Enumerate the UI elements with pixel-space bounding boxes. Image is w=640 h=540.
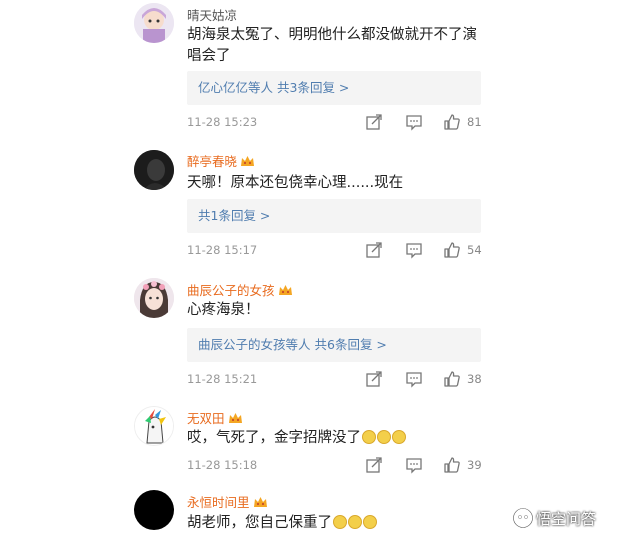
timestamp: 11-28 15:21 (187, 372, 258, 386)
timestamp: 11-28 15:18 (187, 458, 258, 472)
reply-preview[interactable]: 共1条回复 > (187, 199, 481, 233)
username[interactable]: 无双田 (187, 408, 243, 427)
vip-crown-icon (241, 156, 255, 166)
worried-emoji-icon (333, 515, 347, 529)
reply-count: 共3条回复 > (277, 80, 350, 95)
like-icon[interactable] (443, 113, 461, 131)
comment-icon[interactable] (405, 370, 423, 388)
reply-names: 亿心亿亿等人 (198, 80, 274, 95)
watermark-text: 悟空问答 (536, 510, 597, 528)
like-count: 39 (467, 458, 482, 472)
worried-emoji-icon (363, 515, 377, 529)
comment-text: 胡老师，您自己保重了 (187, 513, 487, 534)
wukong-logo-icon (512, 507, 534, 529)
share-icon[interactable] (365, 241, 383, 259)
comment-icon[interactable] (405, 241, 423, 259)
vip-crown-icon (253, 497, 267, 507)
reply-names: 曲辰公子的女孩等人 (198, 337, 311, 352)
avatar[interactable] (134, 278, 174, 318)
reply-preview[interactable]: 亿心亿亿等人 共3条回复 > (187, 71, 481, 105)
timestamp: 11-28 15:17 (187, 243, 258, 257)
comment-text: 胡海泉太冤了、明明他什么都没做就开不了演唱会了 (187, 27, 477, 64)
username[interactable]: 永恒时间里 (187, 492, 268, 511)
comment-meta: 11-28 15:17 54 (187, 241, 487, 261)
reply-preview[interactable]: 曲辰公子的女孩等人 共6条回复 > (187, 328, 481, 362)
avatar[interactable] (134, 490, 174, 530)
comment-text: 心疼海泉！ (187, 302, 260, 318)
like-icon[interactable] (443, 456, 461, 474)
comment-meta: 11-28 15:21 38 (187, 370, 487, 390)
timestamp: 11-28 15:23 (187, 115, 258, 129)
comment-list: 晴天姑凉 胡海泉太冤了、明明他什么都没做就开不了演唱会了 亿心亿亿等人 共3条回… (122, 0, 504, 540)
share-icon[interactable] (365, 456, 383, 474)
like-icon[interactable] (443, 370, 461, 388)
crying-emoji-icon (392, 430, 406, 444)
crying-emoji-icon (377, 430, 391, 444)
watermark: 悟空问答 (508, 504, 640, 534)
comment-text: 哎，气死了，金字招牌没了 (187, 428, 487, 449)
like-count: 81 (467, 115, 482, 129)
vip-crown-icon (228, 413, 242, 423)
username[interactable]: 晴天姑凉 (187, 5, 237, 24)
reply-count: 共1条回复 > (198, 208, 271, 223)
avatar[interactable] (134, 406, 174, 446)
like-count: 54 (467, 243, 482, 257)
share-icon[interactable] (365, 113, 383, 131)
comment-meta: 11-28 15:23 81 (187, 113, 487, 133)
comment-text: 天哪！原本还包侥幸心理......现在 (187, 175, 404, 191)
share-icon[interactable] (365, 370, 383, 388)
worried-emoji-icon (348, 515, 362, 529)
crying-emoji-icon (362, 430, 376, 444)
avatar[interactable] (134, 150, 174, 190)
comment-icon[interactable] (405, 456, 423, 474)
reply-count: 共6条回复 > (314, 337, 387, 352)
comment-icon[interactable] (405, 113, 423, 131)
username[interactable]: 曲辰公子的女孩 (187, 280, 293, 299)
comment-meta: 11-28 15:18 39 (187, 456, 487, 476)
username[interactable]: 醉亭春晓 (187, 151, 255, 170)
avatar[interactable] (134, 3, 174, 43)
like-count: 38 (467, 372, 482, 386)
like-icon[interactable] (443, 241, 461, 259)
vip-crown-icon (278, 285, 292, 295)
